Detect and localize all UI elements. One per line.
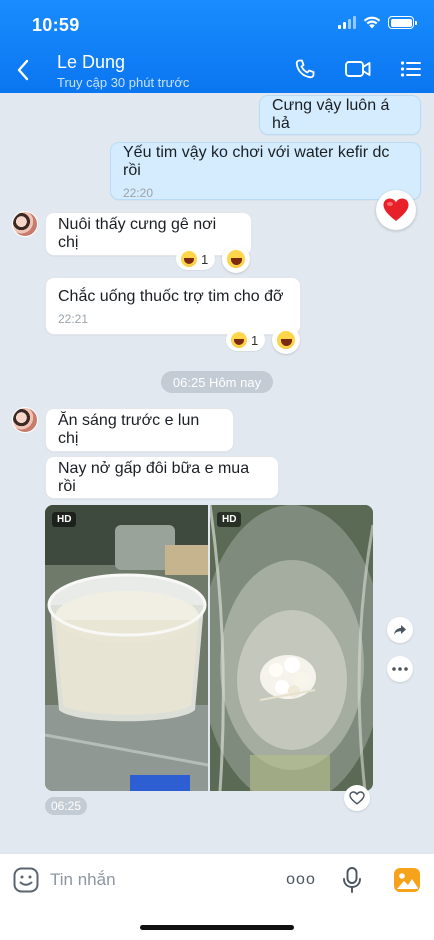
message-text: Yếu tim vậy ko chơi với water kefir dc r…	[123, 144, 390, 179]
photo-thumbnail[interactable]: HD	[45, 505, 208, 791]
video-call-button[interactable]	[342, 54, 374, 84]
message-incoming[interactable]: Nay nở gấp đôi bữa e mua rồi	[45, 456, 279, 499]
share-icon	[394, 625, 406, 635]
emoji-button[interactable]	[12, 866, 40, 894]
message-time: 22:20	[123, 186, 154, 200]
back-icon	[17, 59, 29, 81]
like-photo-button[interactable]	[344, 785, 370, 811]
send-image-button[interactable]	[393, 866, 421, 894]
contact-name[interactable]: Le Dung	[57, 52, 125, 73]
battery-icon	[388, 16, 417, 29]
hd-badge: HD	[52, 512, 77, 527]
react-heart-button[interactable]	[376, 190, 416, 230]
react-button[interactable]	[272, 326, 300, 354]
avatar[interactable]	[12, 211, 38, 237]
image-icon	[394, 868, 420, 892]
photo-kefir-jar	[45, 505, 208, 791]
wifi-icon	[363, 16, 381, 29]
message-time: 22:21	[58, 312, 89, 326]
message-text: Nuôi thấy cưng gê nơi chị	[58, 216, 217, 251]
share-button[interactable]	[387, 617, 413, 643]
reaction-summary[interactable]: 1	[226, 329, 266, 351]
photo-thumbnail[interactable]: HD	[210, 505, 373, 791]
contact-status: Truy cập 30 phút trước	[57, 75, 190, 90]
avatar[interactable]	[12, 407, 38, 433]
more-options-button[interactable]: ooo	[286, 869, 316, 891]
video-icon	[345, 61, 371, 77]
reaction-count: 1	[251, 332, 259, 348]
message-text: Ăn sáng trước e lun chị	[58, 412, 200, 447]
hd-badge: HD	[217, 512, 242, 527]
message-input[interactable]	[50, 866, 270, 894]
signal-icon	[338, 16, 356, 29]
menu-button[interactable]	[396, 54, 426, 84]
status-time: 10:59	[32, 15, 80, 35]
react-button[interactable]	[222, 245, 250, 273]
heart-outline-icon	[349, 791, 365, 805]
message-text: Nay nở gấp đôi bữa e mua rồi	[58, 459, 250, 495]
laugh-emoji-icon	[277, 331, 295, 349]
back-button[interactable]	[10, 56, 36, 84]
message-incoming[interactable]: Nuôi thấy cưng gê nơi chị	[45, 212, 252, 256]
message-incoming[interactable]: Ăn sáng trước e lun chị	[45, 408, 234, 452]
reaction-summary[interactable]: 1	[176, 248, 216, 270]
chat-header: 10:59 Le Dung Truy cập 30 phút trước	[0, 0, 434, 93]
emoji-icon	[13, 867, 39, 893]
date-separator: 06:25 Hôm nay	[161, 371, 273, 393]
phone-icon	[295, 59, 315, 79]
status-icons	[338, 16, 417, 29]
more-options-button[interactable]	[387, 656, 413, 682]
heart-icon	[383, 198, 409, 221]
laugh-emoji-icon	[227, 250, 245, 268]
home-indicator	[140, 925, 294, 930]
message-text: Cưng vậy luôn á hả	[272, 97, 390, 132]
list-icon	[400, 61, 421, 77]
message-outgoing[interactable]: Cưng vậy luôn á hả	[259, 95, 421, 135]
voice-button[interactable]	[340, 866, 364, 894]
message-time: 06:25	[45, 797, 88, 815]
more-icon	[392, 667, 408, 671]
laugh-emoji-icon	[181, 251, 197, 267]
photo-kefir-grains	[210, 505, 373, 791]
call-button[interactable]	[290, 54, 320, 84]
message-incoming[interactable]: Chắc uống thuốc trợ tim cho đỡ 22:21	[45, 277, 301, 335]
message-text: Chắc uống thuốc trợ tim cho đỡ	[58, 288, 284, 305]
message-outgoing[interactable]: Yếu tim vậy ko chơi với water kefir dc r…	[110, 142, 421, 200]
reaction-count: 1	[201, 251, 209, 267]
mic-icon	[343, 867, 361, 893]
laugh-emoji-icon	[231, 332, 247, 348]
